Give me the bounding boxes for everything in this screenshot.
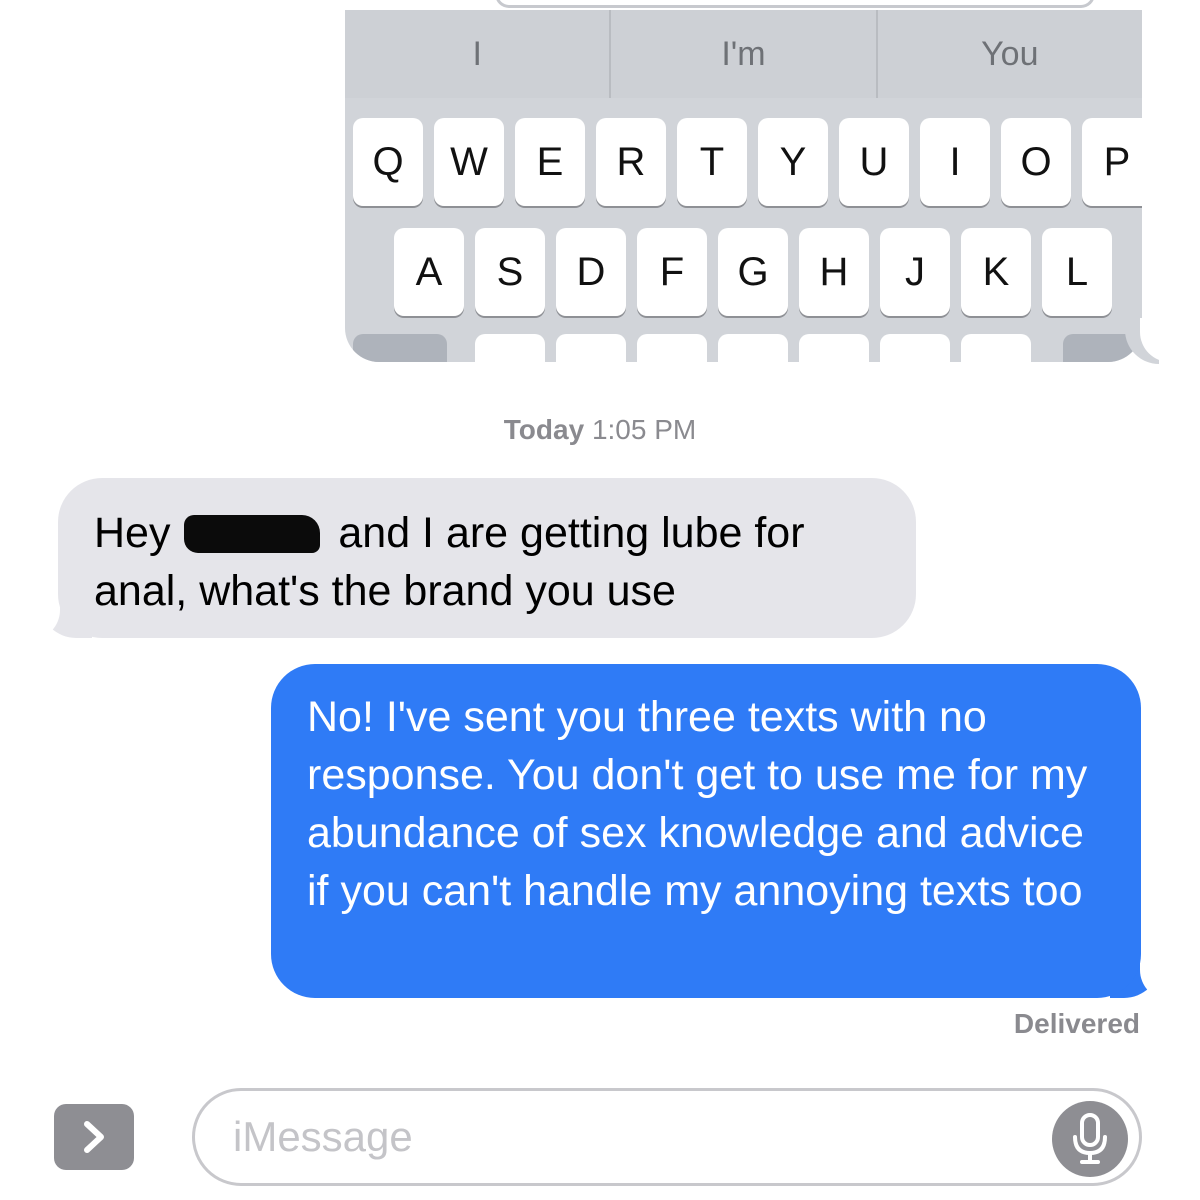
- key-j: J: [880, 228, 950, 316]
- message-input[interactable]: [233, 1113, 993, 1161]
- imessage-input-container[interactable]: [192, 1088, 1142, 1186]
- keyboard-row-1: Q W E R T Y U I O P: [345, 118, 1142, 208]
- key-c-partial: [637, 334, 707, 362]
- incoming-text-part1: Hey: [94, 509, 183, 557]
- key-q: Q: [353, 118, 423, 206]
- dictation-button[interactable]: [1052, 1101, 1128, 1177]
- key-x-partial: [556, 334, 626, 362]
- message-timestamp: Today 1:05 PM: [0, 414, 1200, 446]
- chevron-right-icon: [84, 1121, 104, 1153]
- key-z-partial: [475, 334, 545, 362]
- key-w: W: [434, 118, 504, 206]
- key-r: R: [596, 118, 666, 206]
- suggestion-2: I'm: [611, 10, 878, 98]
- key-e: E: [515, 118, 585, 206]
- delivered-status: Delivered: [1013, 1008, 1140, 1039]
- incoming-tail-mask: [18, 582, 60, 640]
- outgoing-text: No! I've sent you three texts with no re…: [307, 693, 1088, 915]
- keyboard-row-3-partial: [345, 334, 1142, 362]
- expand-apps-button[interactable]: [54, 1104, 134, 1170]
- keyboard-row-2: A S D F G H J K L: [345, 228, 1142, 318]
- outgoing-message-bubble[interactable]: No! I've sent you three texts with no re…: [271, 664, 1141, 998]
- keyboard-screenshot-attachment[interactable]: I I'm You Q W E R T Y U I O P A S D F G …: [345, 0, 1142, 362]
- key-y: Y: [758, 118, 828, 206]
- key-shift-partial: [353, 334, 447, 362]
- outgoing-tail-mask: [1140, 940, 1180, 1000]
- key-p: P: [1082, 118, 1142, 206]
- timestamp-day: Today: [503, 414, 585, 445]
- key-s: S: [475, 228, 545, 316]
- key-v-partial: [718, 334, 788, 362]
- keyboard-suggestion-bar: I I'm You: [345, 10, 1142, 98]
- key-m-partial: [961, 334, 1031, 362]
- timestamp-time: 1:05 PM: [591, 414, 697, 445]
- key-f: F: [637, 228, 707, 316]
- key-a: A: [394, 228, 464, 316]
- key-d: D: [556, 228, 626, 316]
- suggestion-3: You: [981, 34, 1039, 73]
- key-i: I: [920, 118, 990, 206]
- key-t: T: [677, 118, 747, 206]
- incoming-message-bubble[interactable]: Hey and I are getting lube for anal, wha…: [58, 478, 916, 638]
- microphone-icon: [1073, 1113, 1107, 1164]
- key-g: G: [718, 228, 788, 316]
- key-k: K: [961, 228, 1031, 316]
- redacted-name: [184, 515, 321, 553]
- key-o: O: [1001, 118, 1071, 206]
- key-l: L: [1042, 228, 1112, 316]
- key-u: U: [839, 118, 909, 206]
- suggestion-1: I: [345, 10, 612, 98]
- attachment-top-edge: [345, 0, 1142, 10]
- key-n-partial: [880, 334, 950, 362]
- key-h: H: [799, 228, 869, 316]
- key-b-partial: [799, 334, 869, 362]
